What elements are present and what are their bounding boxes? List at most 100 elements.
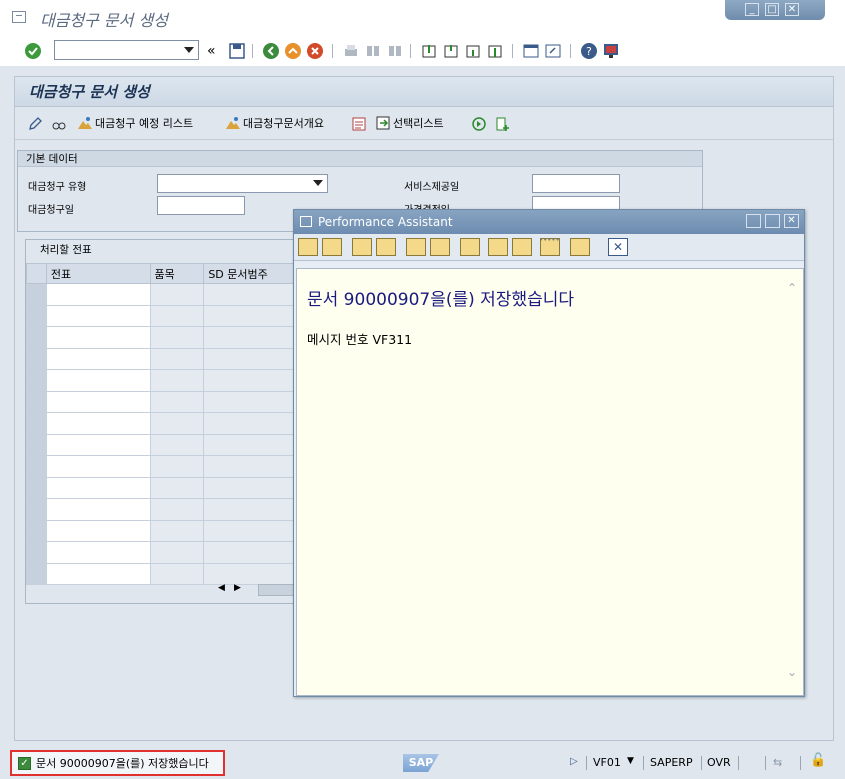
- lock-icon[interactable]: 🔓: [810, 753, 826, 768]
- table-cell[interactable]: [149, 433, 205, 456]
- chevron-down-icon[interactable]: [184, 47, 194, 53]
- table-cell[interactable]: [203, 562, 306, 585]
- table-row[interactable]: [26, 541, 306, 564]
- maximize-icon[interactable]: [765, 214, 780, 228]
- minimize-icon[interactable]: _: [745, 3, 759, 16]
- table-cell[interactable]: [203, 326, 306, 349]
- column-header[interactable]: 전표: [45, 263, 151, 284]
- table-cell[interactable]: [45, 455, 151, 478]
- shortcut-icon[interactable]: [544, 42, 562, 60]
- close-icon[interactable]: ✕: [785, 3, 799, 16]
- table-cell[interactable]: [149, 519, 205, 542]
- command-field[interactable]: [54, 40, 199, 60]
- table-cell[interactable]: [203, 541, 306, 564]
- row-selector[interactable]: [26, 283, 47, 306]
- column-header[interactable]: 품목: [149, 263, 205, 284]
- selection-list-button[interactable]: 선택리스트: [375, 115, 444, 131]
- close-icon[interactable]: ✕: [608, 238, 628, 256]
- print-icon[interactable]: [570, 238, 590, 256]
- table-row[interactable]: [26, 369, 306, 392]
- table-cell[interactable]: [203, 390, 306, 413]
- table-cell[interactable]: [203, 476, 306, 499]
- row-selector[interactable]: [26, 326, 47, 349]
- table-row[interactable]: [26, 498, 306, 521]
- minimize-icon[interactable]: [746, 214, 761, 228]
- add-item-icon[interactable]: [495, 116, 511, 132]
- table-cell[interactable]: [203, 283, 306, 306]
- collapse-command-icon[interactable]: «: [207, 43, 216, 59]
- table-row[interactable]: [26, 326, 306, 349]
- table-cell[interactable]: [149, 541, 205, 564]
- table-cell[interactable]: [45, 283, 151, 306]
- table-row[interactable]: [26, 455, 306, 478]
- table-cell[interactable]: [149, 326, 205, 349]
- technical-info-icon[interactable]: [512, 238, 532, 256]
- table-cell[interactable]: [45, 390, 151, 413]
- first-page-icon[interactable]: [420, 42, 438, 60]
- splitter-grip[interactable]: •••••: [539, 236, 560, 244]
- table-cell[interactable]: [45, 562, 151, 585]
- next-page-icon[interactable]: [464, 42, 482, 60]
- row-selector[interactable]: [26, 519, 47, 542]
- find-icon[interactable]: [364, 42, 382, 60]
- table-cell[interactable]: [45, 347, 151, 370]
- table-cell[interactable]: [45, 433, 151, 456]
- window-menu-icon[interactable]: [12, 11, 26, 23]
- close-icon[interactable]: ✕: [784, 214, 799, 228]
- tools-icon[interactable]: [430, 238, 450, 256]
- table-cell[interactable]: [45, 498, 151, 521]
- table-row[interactable]: [26, 412, 306, 435]
- row-selector[interactable]: [26, 412, 47, 435]
- customize-layout-icon[interactable]: [602, 42, 620, 60]
- forward-arrow-icon[interactable]: [322, 238, 342, 256]
- help-icon[interactable]: ?: [580, 42, 598, 60]
- row-selector[interactable]: [26, 498, 47, 521]
- row-selector[interactable]: [26, 390, 47, 413]
- chevron-down-icon[interactable]: ▼: [627, 756, 634, 766]
- table-row[interactable]: [26, 476, 306, 499]
- scroll-down-icon[interactable]: ⌄: [787, 665, 797, 679]
- book-icon[interactable]: [488, 238, 508, 256]
- horizontal-scrollbar[interactable]: ◀ ▶: [206, 583, 306, 597]
- table-cell[interactable]: [203, 304, 306, 327]
- execute-icon[interactable]: [471, 116, 487, 132]
- billing-doc-overview-button[interactable]: 대금청구문서개요: [225, 115, 324, 131]
- insert-mode[interactable]: OVR: [707, 756, 731, 769]
- table-cell[interactable]: [45, 304, 151, 327]
- back-arrow-icon[interactable]: [298, 238, 318, 256]
- row-selector[interactable]: [26, 304, 47, 327]
- service-date-field[interactable]: [532, 174, 620, 193]
- table-cell[interactable]: [149, 562, 205, 585]
- row-selector[interactable]: [26, 369, 47, 392]
- last-page-icon[interactable]: [486, 42, 504, 60]
- table-cell[interactable]: [203, 498, 306, 521]
- status-message[interactable]: ✓ 문서 90000907을(를) 저장했습니다: [10, 750, 225, 776]
- table-row[interactable]: [26, 347, 306, 370]
- row-selector[interactable]: [26, 476, 47, 499]
- table-row[interactable]: [26, 283, 306, 306]
- row-selector[interactable]: [26, 433, 47, 456]
- table-cell[interactable]: [149, 283, 205, 306]
- table-row[interactable]: [26, 519, 306, 542]
- table-cell[interactable]: [149, 412, 205, 435]
- find-next-icon[interactable]: [386, 42, 404, 60]
- tree-icon[interactable]: [376, 238, 396, 256]
- table-cell[interactable]: [45, 476, 151, 499]
- scroll-right-icon[interactable]: ▶: [234, 583, 241, 593]
- table-cell[interactable]: [203, 455, 306, 478]
- enter-check-icon[interactable]: [24, 42, 42, 60]
- row-selector[interactable]: [26, 455, 47, 478]
- table-row[interactable]: [26, 562, 306, 585]
- edit-icon[interactable]: [406, 238, 426, 256]
- table-cell[interactable]: [203, 347, 306, 370]
- table-cell[interactable]: [149, 390, 205, 413]
- home-icon[interactable]: [352, 238, 372, 256]
- table-cell[interactable]: [203, 433, 306, 456]
- table-row[interactable]: [26, 433, 306, 456]
- select-all-cell[interactable]: [26, 263, 47, 284]
- table-cell[interactable]: [45, 369, 151, 392]
- scroll-up-icon[interactable]: ⌃: [787, 281, 797, 295]
- table-cell[interactable]: [149, 498, 205, 521]
- table-row[interactable]: [26, 390, 306, 413]
- scroll-left-icon[interactable]: ◀: [218, 583, 225, 593]
